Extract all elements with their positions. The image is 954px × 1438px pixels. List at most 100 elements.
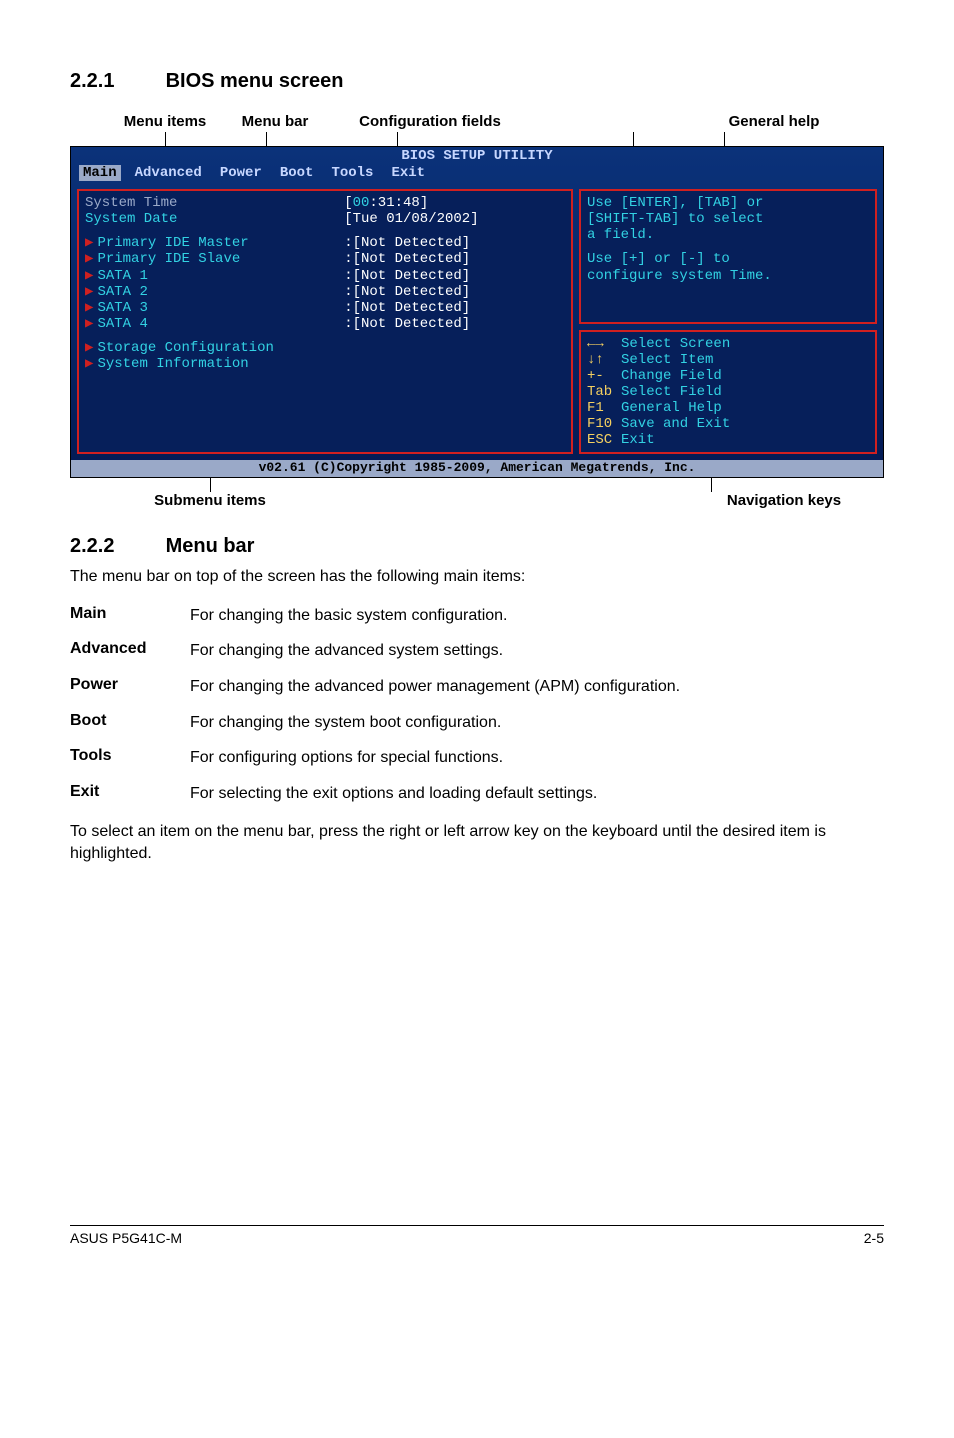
label-system-date: System Date [85,211,344,227]
annotation-nav-keys: Navigation keys [684,492,884,509]
definition-desc: For changing the advanced system setting… [190,640,884,662]
footer-right: 2-5 [864,1230,884,1246]
nav-text: Select Screen [621,336,730,352]
help-line: Use [+] or [-] to [587,251,869,267]
footer-left: ASUS P5G41C-M [70,1230,182,1246]
bios-body: System Time [00:31:48] System Date [Tue … [71,183,883,460]
definition-term: Exit [70,783,190,805]
submenu-arrow-icon: ▶ [85,340,93,356]
nav-key: ESC [587,432,621,448]
help-line: a field. [587,227,869,243]
submenu-arrow-icon: ▶ [85,284,93,300]
bios-tab-tools[interactable]: Tools [331,165,391,181]
value-sata-4: :[Not Detected] [344,316,470,332]
row-primary-ide-master[interactable]: ▶Primary IDE Master [85,235,344,251]
row-primary-ide-slave[interactable]: ▶Primary IDE Slave [85,251,344,267]
value-system-date[interactable]: [Tue 01/08/2002] [344,211,478,227]
value-primary-ide-master: :[Not Detected] [344,235,470,251]
annotation-submenu-items: Submenu items [110,492,310,509]
bios-title: BIOS SETUP UTILITY [71,147,883,165]
annotation-menu-items: Menu items [110,113,220,130]
nav-key: +- [587,368,621,384]
row-sata-2[interactable]: ▶SATA 2 [85,284,344,300]
row-sata-3[interactable]: ▶SATA 3 [85,300,344,316]
row-system-information[interactable]: ▶System Information [85,356,344,372]
nav-key: ←→ [587,336,621,352]
row-sata-1[interactable]: ▶SATA 1 [85,268,344,284]
bios-general-help-panel: Use [ENTER], [TAB] or [SHIFT-TAB] to sel… [579,189,877,323]
definition-term: Main [70,605,190,627]
heading-2-2-2: 2.2.2 Menu bar [70,535,884,558]
bios-tab-exit[interactable]: Exit [391,165,443,181]
definition-term: Tools [70,747,190,769]
bios-main-panel: System Time [00:31:48] System Date [Tue … [77,189,573,454]
bios-tab-main[interactable]: Main [79,165,121,181]
annotation-row-bottom: Submenu items Navigation keys [110,492,884,509]
nav-text: Exit [621,432,655,448]
page-footer: ASUS P5G41C-M 2-5 [70,1230,884,1246]
heading-number: 2.2.2 [70,535,160,558]
bios-tab-power[interactable]: Power [220,165,280,181]
bios-screen: BIOS SETUP UTILITY Main Advanced Power B… [70,146,884,478]
value-sata-3: :[Not Detected] [344,300,470,316]
definition-row: Advanced For changing the advanced syste… [70,633,884,669]
bios-nav-keys-panel: ←→Select Screen ↓↑Select Item +-Change F… [579,330,877,455]
submenu-arrow-icon: ▶ [85,316,93,332]
heading-title: Menu bar [166,535,255,557]
nav-key: ↓↑ [587,352,621,368]
menu-bar-definitions: Main For changing the basic system confi… [70,598,884,812]
label-system-time: System Time [85,195,344,211]
menu-bar-intro-text: The menu bar on top of the screen has th… [70,566,884,588]
submenu-arrow-icon: ▶ [85,356,93,372]
bios-figure: Menu items Menu bar Configuration fields… [70,113,884,509]
nav-text: General Help [621,400,722,416]
definition-term: Boot [70,712,190,734]
definition-desc: For changing the system boot configurati… [190,712,884,734]
value-sata-2: :[Not Detected] [344,284,470,300]
annotation-ticks-top [110,132,884,146]
row-sata-4[interactable]: ▶SATA 4 [85,316,344,332]
nav-text: Save and Exit [621,416,730,432]
bios-copyright-footer: v02.61 (C)Copyright 1985-2009, American … [71,460,883,477]
submenu-arrow-icon: ▶ [85,235,93,251]
annotation-ticks-bottom [110,478,884,490]
submenu-arrow-icon: ▶ [85,268,93,284]
definition-row: Main For changing the basic system confi… [70,598,884,634]
definition-desc: For changing the basic system configurat… [190,605,884,627]
help-line: configure system Time. [587,268,869,284]
bios-menu-bar: Main Advanced Power Boot Tools Exit [71,165,883,183]
nav-key: F1 [587,400,621,416]
definition-desc: For selecting the exit options and loadi… [190,783,884,805]
nav-key: F10 [587,416,621,432]
bios-tab-advanced[interactable]: Advanced [135,165,220,181]
value-primary-ide-slave: :[Not Detected] [344,251,470,267]
submenu-arrow-icon: ▶ [85,251,93,267]
nav-key: Tab [587,384,621,400]
definition-term: Power [70,676,190,698]
help-line: Use [ENTER], [TAB] or [587,195,869,211]
annotation-general-help: General help [664,113,884,130]
definition-desc: For configuring options for special func… [190,747,884,769]
definition-row: Boot For changing the system boot config… [70,705,884,741]
definition-row: Exit For selecting the exit options and … [70,776,884,812]
nav-text: Change Field [621,368,722,384]
menu-bar-outro-text: To select an item on the menu bar, press… [70,821,884,864]
nav-text: Select Item [621,352,713,368]
annotation-row-top: Menu items Menu bar Configuration fields… [110,113,884,130]
nav-text: Select Field [621,384,722,400]
submenu-arrow-icon: ▶ [85,300,93,316]
heading-2-2-1: 2.2.1 BIOS menu screen [70,70,884,93]
definition-row: Power For changing the advanced power ma… [70,669,884,705]
help-line: [SHIFT-TAB] to select [587,211,869,227]
footer-rule [70,1225,884,1226]
row-storage-configuration[interactable]: ▶Storage Configuration [85,340,344,356]
value-system-time[interactable]: [00:31:48] [344,195,428,211]
definition-term: Advanced [70,640,190,662]
bios-tab-boot[interactable]: Boot [280,165,332,181]
annotation-menu-bar: Menu bar [220,113,330,130]
annotation-config-fields: Configuration fields [330,113,530,130]
heading-number: 2.2.1 [70,70,160,93]
document-page: 2.2.1 BIOS menu screen Menu items Menu b… [0,0,954,1276]
value-sata-1: :[Not Detected] [344,268,470,284]
definition-row: Tools For configuring options for specia… [70,740,884,776]
